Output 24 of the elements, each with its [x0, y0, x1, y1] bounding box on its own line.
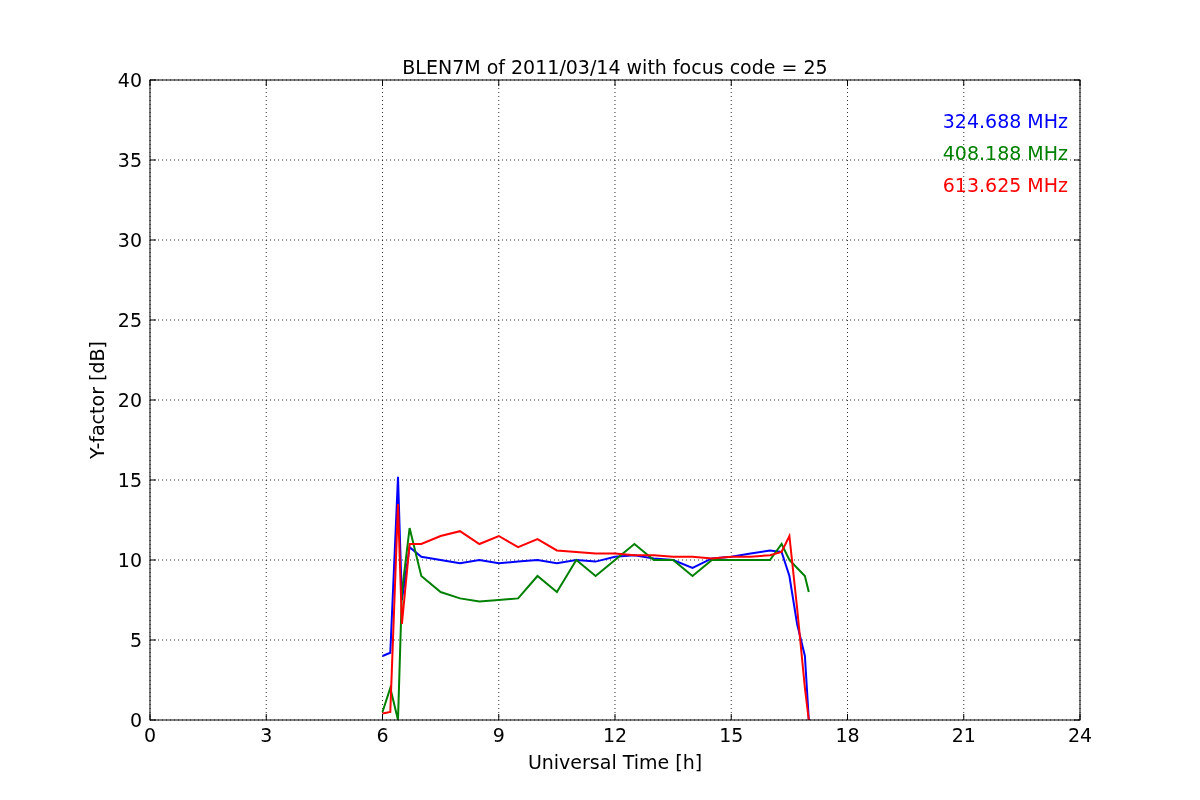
- axis-tick-label: 3: [260, 724, 273, 746]
- axis-tick-label: 15: [719, 724, 744, 746]
- chart-title: BLEN7M of 2011/03/14 with focus code = 25: [402, 56, 828, 78]
- axis-tick-label: 30: [117, 229, 142, 251]
- axis-label: Y-factor [dB]: [86, 341, 108, 459]
- axis-tick-label: 21: [951, 724, 976, 746]
- legend-label: 324.688 MHz: [942, 110, 1068, 132]
- axis-tick-label: 0: [129, 709, 142, 731]
- axis-tick-label: 35: [117, 149, 142, 171]
- axis-label: Universal Time [h]: [527, 751, 703, 773]
- axis-tick-label: 12: [602, 724, 628, 746]
- axis-tick-label: 15: [117, 469, 142, 491]
- axis-tick-label: 6: [376, 724, 389, 746]
- axis-tick-label: 9: [492, 724, 505, 746]
- axis-tick-label: 20: [117, 389, 142, 411]
- axis-tick-label: 40: [117, 69, 142, 91]
- axis-tick-label: 10: [117, 549, 142, 571]
- legend-label: 408.188 MHz: [942, 142, 1068, 164]
- axis-tick-label: 18: [835, 724, 860, 746]
- axis-tick-label: 5: [129, 629, 142, 651]
- axis-tick-label: 24: [1067, 724, 1093, 746]
- legend-label: 613.625 MHz: [942, 174, 1068, 196]
- axis-tick-label: 25: [117, 309, 142, 331]
- axis-tick-label: 0: [143, 724, 157, 746]
